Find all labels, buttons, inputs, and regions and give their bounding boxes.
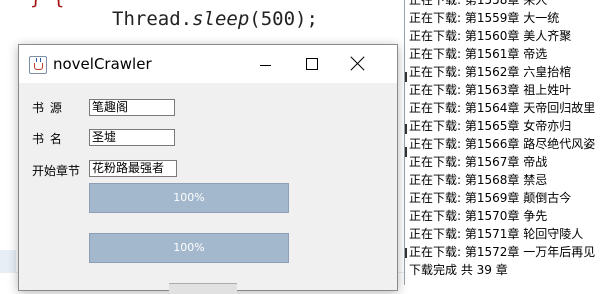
title-bar[interactable]: novelCrawler xyxy=(19,45,397,83)
console-lines: 正在下载: 第1558章 来人 正在下载: 第1559章 大一统 正在下载: 第15… xyxy=(409,0,595,279)
console-line: 正在下载: 第1572章 一万年后再见 xyxy=(409,245,596,259)
minimize-button[interactable] xyxy=(243,45,289,83)
console-line: 正在下载: 第1567章 帝战 xyxy=(409,155,548,169)
novelcrawler-window[interactable]: novelCrawler 书 源 笔趣阁 书 名 圣墟 开始章节 花粉路最强者 … xyxy=(18,44,398,294)
book-name-label: 书 名 xyxy=(32,132,63,146)
console-line: 正在下载: 第1559章 大一统 xyxy=(409,11,560,25)
code-token-args: (500); xyxy=(249,8,318,30)
code-line-fragment: } { xyxy=(30,0,64,9)
maximize-icon xyxy=(306,58,318,70)
download-progress-bar: 100% xyxy=(89,183,289,213)
console-line: 正在下载: 第1561章 帝选 xyxy=(409,47,548,61)
close-icon xyxy=(351,56,365,70)
console-line: 正在下载: 第1569章 颠倒古今 xyxy=(409,191,572,205)
source-label: 书 源 xyxy=(32,101,63,115)
window-title: novelCrawler xyxy=(53,55,152,73)
java-app-icon xyxy=(29,56,47,74)
progress-text: 100% xyxy=(173,241,205,254)
console-line: 正在下载: 第1563章 祖上姓叶 xyxy=(409,83,572,97)
code-line-sleep: Thread.sleep(500); xyxy=(112,8,318,30)
code-token-thread: Thread. xyxy=(112,8,193,30)
source-input[interactable]: 笔趣阁 xyxy=(89,99,175,116)
book-name-input[interactable]: 圣墟 xyxy=(89,129,175,146)
console-line: 正在下载: 第1560章 美人齐聚 xyxy=(409,29,572,43)
console-line: 正在下载: 第1566章 路尽绝代风姿 xyxy=(409,137,596,151)
console-line: 正在下载: 第1570章 争先 xyxy=(409,209,548,223)
progress-text: 100% xyxy=(173,191,205,204)
console-output-panel[interactable]: 正在下载: 第1558章 来人 正在下载: 第1559章 大一统 正在下载: 第15… xyxy=(404,0,604,285)
console-line: 正在下载: 第1562章 六皇抬棺 xyxy=(409,65,572,79)
maximize-button[interactable] xyxy=(289,45,335,83)
close-button[interactable] xyxy=(335,45,381,83)
code-token-sleep: sleep xyxy=(192,8,250,30)
console-line: 正在下载: 第1564章 天帝回归故里 xyxy=(409,101,596,115)
console-line: 正在下载: 第1558章 来人 xyxy=(409,0,548,7)
minimize-icon xyxy=(260,65,271,66)
editor-gutter-highlight xyxy=(0,250,16,272)
overall-progress-bar: 100% xyxy=(89,233,289,263)
console-line: 正在下载: 第1565章 女帝亦归 xyxy=(409,119,572,133)
start-chapter-label: 开始章节 xyxy=(32,164,81,178)
console-line: 正在下载: 第1571章 轮回守陵人 xyxy=(409,227,584,241)
console-line: 下载完成 共 39 章 xyxy=(409,263,508,277)
console-line: 正在下载: 第1568章 禁忌 xyxy=(409,173,548,187)
start-chapter-input[interactable]: 花粉路最强者 xyxy=(89,160,177,177)
